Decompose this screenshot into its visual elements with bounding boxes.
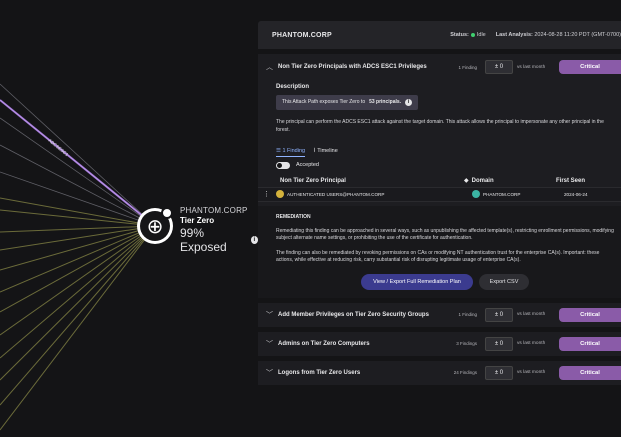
last-analysis-label: Last Analysis:: [495, 32, 533, 38]
accepted-label: Accepted: [296, 162, 319, 168]
node-badge-icon: [161, 207, 173, 219]
node-name: PHANTOM.CORP: [180, 206, 248, 215]
finding-vs: vs last month: [517, 64, 546, 70]
remediation-actions: View / Export Full Remediation Plan Expo…: [361, 273, 621, 290]
accepted-toggle[interactable]: [276, 161, 290, 169]
callout-prefix: This Attack Path exposes Tier Zero to: [282, 99, 366, 105]
finding-count: 1 Finding: [458, 64, 477, 70]
severity-badge: Critical: [559, 336, 621, 351]
description-title: Description: [276, 84, 310, 90]
domain-value: PHANTOM.CORP: [483, 191, 521, 197]
severity-badge: Critical: [559, 365, 621, 380]
principal-value: AUTHENTICATED USERS@PHANTOM.CORP: [287, 191, 385, 197]
table-row[interactable]: ⋮ AUTHENTICATED USERS@PHANTOM.CORP PHANT…: [258, 186, 621, 202]
graph-edge-label-adcsesc1: ADCSESC1: [47, 138, 69, 157]
export-csv-button[interactable]: Export CSV: [479, 273, 529, 290]
finding-header[interactable]: ﹀ Logons from Tier Zero Users 24 Finding…: [258, 361, 621, 385]
col-principal[interactable]: Non Tier Zero Principal: [276, 178, 464, 184]
col-first-seen[interactable]: First Seen: [556, 178, 585, 184]
info-icon[interactable]: i: [250, 236, 258, 244]
panel-header: PHANTOM.CORP Status: Idle Last Analysis:…: [258, 21, 621, 49]
finding-title: Admins on Tier Zero Computers: [278, 340, 370, 347]
chevron-down-icon[interactable]: ﹀: [266, 310, 278, 320]
findings-panel: PHANTOM.CORP Status: Idle Last Analysis:…: [258, 21, 621, 437]
chevron-up-icon[interactable]: ︿: [266, 62, 278, 72]
tab-findings[interactable]: ☰ 1 Finding: [276, 148, 306, 157]
accepted-toggle-row: Accepted: [276, 161, 621, 169]
severity-badge: Critical: [559, 60, 621, 74]
description-text: The principal can perform the ADCS ESC1 …: [276, 118, 604, 133]
last-analysis: Last Analysis: 2024-08-28 11:20 PDT (GMT…: [496, 32, 621, 38]
finding-esc1: ︿ Non Tier Zero Principals with ADCS ESC…: [258, 54, 621, 298]
status-dot-icon: [470, 33, 475, 37]
severity-badge: Critical: [559, 307, 621, 322]
chevron-down-icon[interactable]: ﹀: [266, 339, 278, 349]
attack-path-graph[interactable]: ADCSESC1 ⊕ PHANTOM.CORP Tier Zero 99% Ex…: [0, 0, 258, 437]
finding-header[interactable]: ﹀ Admins on Tier Zero Computers 3 Findin…: [258, 332, 621, 356]
remediation-p2: The finding can also be remediated by re…: [276, 249, 600, 263]
remediation-title: REMEDIATION: [276, 213, 311, 220]
first-seen-value: 2024-06-24: [564, 191, 588, 197]
finding-header[interactable]: ︿ Non Tier Zero Principals with ADCS ESC…: [258, 54, 621, 80]
table-header: Non Tier Zero Principal ◆ Domain First S…: [276, 175, 621, 187]
finding-tabs: ☰ 1 Finding ⌇ Timeline: [276, 148, 621, 157]
info-icon[interactable]: i: [405, 98, 413, 106]
finding-vs: vs last month: [517, 312, 546, 317]
finding-title: Add Member Privileges on Tier Zero Secur…: [278, 311, 429, 318]
status-value: Idle: [476, 32, 486, 38]
finding-delta: ± 0: [485, 365, 513, 380]
tab-timeline[interactable]: ⌇ Timeline: [313, 148, 338, 157]
remediation-p1: Remediating this finding can be approach…: [276, 227, 614, 241]
principal-cell: AUTHENTICATED USERS@PHANTOM.CORP: [276, 190, 472, 198]
org-name: PHANTOM.CORP: [272, 31, 332, 39]
node-exposure-value: 99% Exposed: [180, 226, 227, 254]
node-exposure: 99% Exposed i: [180, 226, 258, 254]
domain-icon: [472, 190, 480, 198]
shield-icon: ◆: [464, 178, 469, 184]
finding-title: Logons from Tier Zero Users: [278, 369, 361, 376]
finding-admins-computers: ﹀ Admins on Tier Zero Computers 3 Findin…: [258, 331, 621, 356]
exposure-callout: This Attack Path exposes Tier Zero to 53…: [276, 94, 419, 110]
finding-title: Non Tier Zero Principals with ADCS ESC1 …: [278, 64, 427, 70]
remediation-section: REMEDIATION Remediating this finding can…: [258, 205, 621, 298]
finding-count: 24 Findings: [453, 370, 477, 375]
kebab-menu-icon[interactable]: ⋮: [263, 190, 276, 198]
finding-header[interactable]: ﹀ Add Member Privileges on Tier Zero Sec…: [258, 303, 621, 327]
finding-add-member: ﹀ Add Member Privileges on Tier Zero Sec…: [258, 302, 621, 327]
node-label: PHANTOM.CORP Tier Zero 99% Exposed i: [180, 206, 258, 254]
finding-delta: ± 0: [485, 336, 513, 351]
finding-vs: vs last month: [517, 341, 546, 346]
node-tier: Tier Zero: [180, 216, 215, 225]
finding-count: 3 Findings: [456, 341, 477, 346]
status: Status: Idle: [450, 32, 486, 38]
finding-logons-users: ﹀ Logons from Tier Zero Users 24 Finding…: [258, 360, 621, 385]
last-analysis-value: 2024-08-28 11:20 PDT (GMT-0700): [534, 32, 621, 38]
status-label: Status:: [450, 32, 469, 38]
col-domain-label: Domain: [471, 177, 494, 184]
group-icon: [276, 190, 284, 198]
finding-delta: ± 0: [485, 307, 513, 322]
domain-cell: PHANTOM.CORP: [472, 190, 564, 198]
finding-vs: vs last month: [517, 370, 546, 375]
finding-body: Description This Attack Path exposes Tie…: [258, 84, 621, 298]
view-remediation-button[interactable]: View / Export Full Remediation Plan: [361, 273, 473, 290]
callout-bold: 53 principals.: [369, 99, 402, 105]
finding-delta: ± 0: [485, 60, 513, 74]
finding-count: 1 Finding: [458, 312, 477, 317]
chevron-down-icon[interactable]: ﹀: [266, 368, 278, 378]
col-domain[interactable]: ◆ Domain: [464, 177, 556, 185]
